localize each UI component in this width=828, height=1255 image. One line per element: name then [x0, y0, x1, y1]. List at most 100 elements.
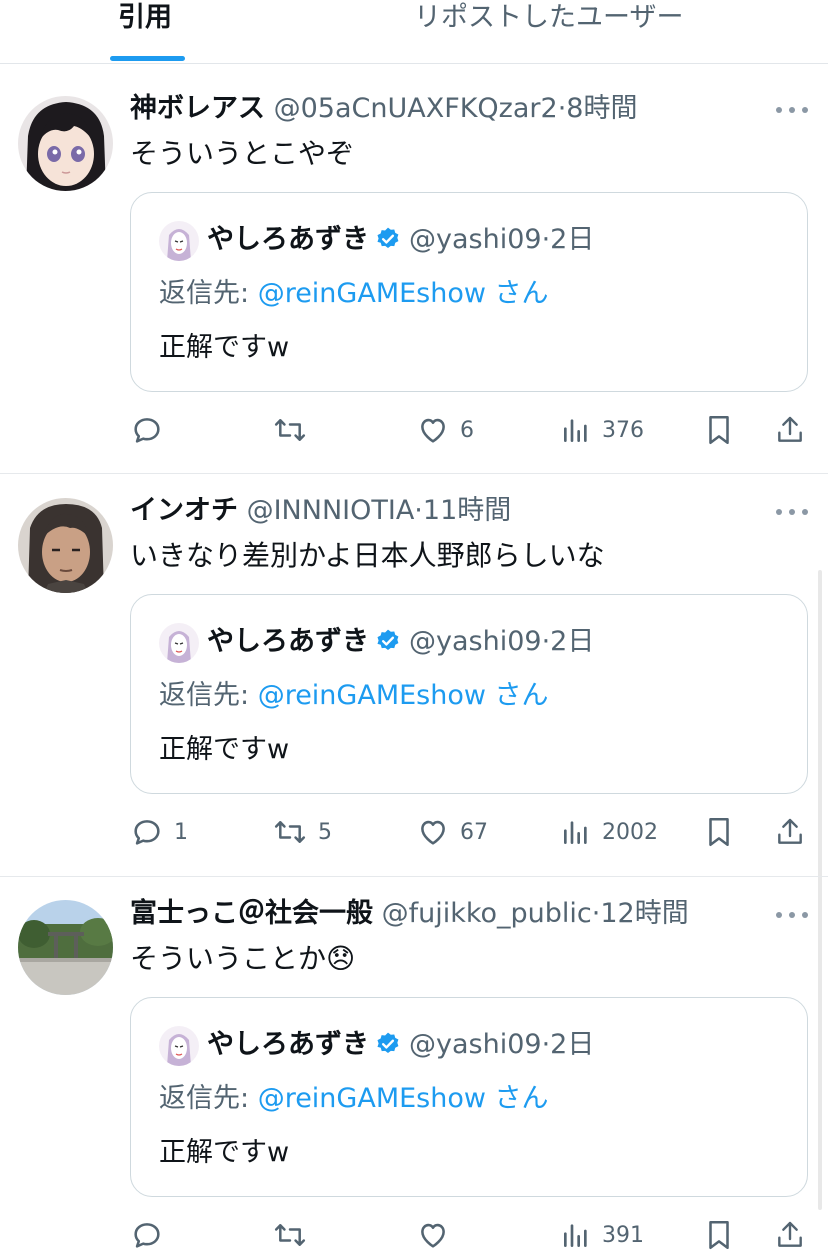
- tweet[interactable]: 神ボレアス @05aCnUAXFKQzar2·8時間 そういうとこやぞ やしろあ…: [0, 70, 828, 472]
- quoted-avatar-icon: [159, 221, 199, 261]
- views-button[interactable]: 391: [560, 1215, 644, 1255]
- reply-suffix: さん: [485, 680, 549, 711]
- more-options-icon[interactable]: [776, 905, 808, 925]
- repost-count: 5: [318, 819, 332, 845]
- reply-icon: [134, 820, 160, 845]
- action-bar: 391: [0, 1215, 828, 1255]
- heart-icon: [421, 820, 445, 845]
- share-button[interactable]: [774, 410, 806, 450]
- tweet-text: そういうことか😞: [130, 941, 355, 977]
- action-bar: 6 376: [0, 410, 828, 450]
- like-button[interactable]: [416, 1215, 460, 1255]
- views-button[interactable]: 376: [560, 410, 644, 450]
- reply-suffix: さん: [485, 278, 549, 309]
- heart-icon: [421, 1223, 445, 1248]
- quoted-tweet[interactable]: やしろあずき @yashi09·2日 返信先: @reinGAMEshow さん …: [130, 192, 808, 392]
- reply-button[interactable]: [130, 410, 174, 450]
- share-icon: [778, 1221, 802, 1247]
- quoted-timestamp: 2日: [550, 1029, 595, 1060]
- display-name[interactable]: 神ボレアス: [130, 93, 265, 124]
- views-chart-icon: [564, 1224, 587, 1247]
- repost-icon: [274, 821, 306, 843]
- avatar[interactable]: [18, 498, 113, 593]
- quoted-text: 正解ですw: [159, 1137, 290, 1168]
- share-icon: [778, 818, 802, 844]
- tab-bar: 引用 リポストしたユーザー: [0, 0, 828, 64]
- quoted-header: やしろあずき @yashi09·2日: [207, 1028, 594, 1062]
- display-name[interactable]: 富士っこ＠社会一般: [130, 898, 373, 929]
- like-button[interactable]: 67: [416, 812, 488, 852]
- anime-girl-avatar: [18, 96, 113, 191]
- username[interactable]: @05aCnUAXFKQzar2: [274, 93, 558, 124]
- reply-to-line: 返信先: @reinGAMEshow さん: [159, 277, 549, 311]
- quoted-tweet[interactable]: やしろあずき @yashi09·2日 返信先: @reinGAMEshow さん …: [130, 594, 808, 794]
- quoted-timestamp: 2日: [550, 626, 595, 657]
- dot-separator: ·: [414, 495, 423, 526]
- reply-to-label: 返信先:: [159, 1083, 258, 1114]
- quoted-avatar: [159, 1026, 199, 1066]
- dot-separator: ·: [541, 1029, 551, 1060]
- reply-count: 1: [174, 819, 188, 845]
- share-button[interactable]: [774, 812, 806, 852]
- tab-quotes[interactable]: 引用: [118, 0, 172, 36]
- views-button[interactable]: 2002: [560, 812, 658, 852]
- bookmark-button[interactable]: [704, 410, 734, 450]
- verified-badge-icon: [377, 629, 399, 650]
- bookmark-icon: [709, 817, 729, 847]
- tweet[interactable]: インオチ @INNNIOTIA·11時間 いきなり差別かよ日本人野郎らしいな や…: [0, 474, 828, 876]
- active-tab-indicator: [110, 56, 185, 61]
- reply-to-label: 返信先:: [159, 278, 258, 309]
- more-options-icon[interactable]: [776, 502, 808, 522]
- view-count: 376: [602, 417, 644, 443]
- repost-button[interactable]: [272, 1215, 318, 1255]
- like-button[interactable]: 6: [416, 410, 474, 450]
- timestamp[interactable]: 11時間: [423, 495, 511, 526]
- quoted-text: 正解ですw: [159, 734, 290, 765]
- tab-reposted-by[interactable]: リポストしたユーザー: [414, 0, 683, 36]
- quoted-username: @yashi09: [409, 1029, 542, 1060]
- more-options-icon[interactable]: [776, 100, 808, 120]
- tweet[interactable]: 富士っこ＠社会一般 @fujikko_public·12時間 そういうことか😞 …: [0, 877, 828, 1250]
- shrine-photo-avatar: [18, 900, 113, 995]
- repost-button[interactable]: 5: [272, 812, 332, 852]
- quoted-avatar-icon: [159, 1026, 199, 1066]
- quoted-tweet[interactable]: やしろあずき @yashi09·2日 返信先: @reinGAMEshow さん …: [130, 997, 808, 1197]
- tweet-header: 富士っこ＠社会一般 @fujikko_public·12時間: [130, 897, 689, 931]
- quoted-display-name: やしろあずき: [207, 1029, 369, 1060]
- repost-button[interactable]: [272, 410, 318, 450]
- quoted-avatar-icon: [159, 623, 199, 663]
- bookmark-button[interactable]: [704, 812, 734, 852]
- reply-button[interactable]: [130, 1215, 174, 1255]
- share-icon: [778, 416, 802, 442]
- avatar[interactable]: [18, 96, 113, 191]
- dot-separator: ·: [557, 93, 567, 124]
- tweet-text: いきなり差別かよ日本人野郎らしいな: [130, 539, 605, 572]
- quoted-username: @yashi09: [409, 224, 542, 255]
- tweet-header: インオチ @INNNIOTIA·11時間: [130, 494, 511, 528]
- verified-badge-icon: [377, 1032, 399, 1053]
- reply-to-line: 返信先: @reinGAMEshow さん: [159, 679, 549, 713]
- reply-mention-link[interactable]: @reinGAMEshow: [258, 1083, 486, 1114]
- action-bar: 1 5 67 2002: [0, 812, 828, 852]
- quoted-display-name: やしろあずき: [207, 626, 369, 657]
- quoted-avatar: [159, 221, 199, 261]
- views-chart-icon: [564, 419, 587, 442]
- reply-mention-link[interactable]: @reinGAMEshow: [258, 278, 486, 309]
- avatar[interactable]: [18, 900, 113, 995]
- reply-mention-link[interactable]: @reinGAMEshow: [258, 680, 486, 711]
- share-button[interactable]: [774, 1215, 806, 1255]
- dot-separator: ·: [541, 626, 551, 657]
- reply-button[interactable]: 1: [130, 812, 188, 852]
- views-chart-icon: [564, 821, 587, 844]
- display-name[interactable]: インオチ: [130, 495, 238, 526]
- view-count: 391: [602, 1222, 644, 1248]
- username[interactable]: @fujikko_public: [382, 898, 592, 929]
- repost-icon: [274, 1224, 306, 1246]
- reply-icon: [134, 418, 160, 443]
- bookmark-button[interactable]: [704, 1215, 734, 1255]
- tweet-text: そういうとこやぞ: [130, 137, 355, 170]
- username[interactable]: @INNNIOTIA: [247, 495, 415, 526]
- timestamp[interactable]: 8時間: [566, 93, 637, 124]
- reply-to-line: 返信先: @reinGAMEshow さん: [159, 1082, 549, 1116]
- timestamp[interactable]: 12時間: [600, 898, 688, 929]
